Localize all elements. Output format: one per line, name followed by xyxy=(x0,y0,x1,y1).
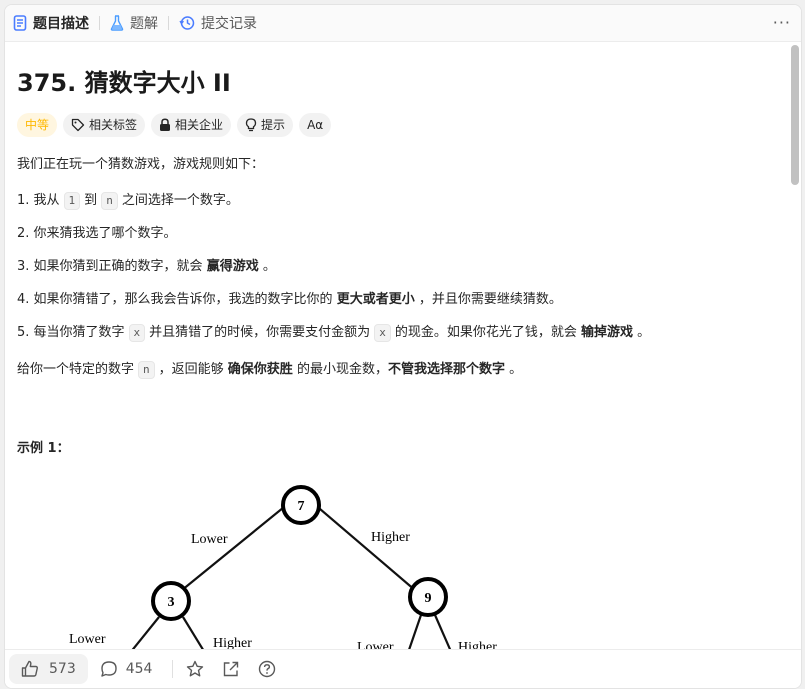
flask-icon xyxy=(110,15,124,31)
tree-label-higher: Higher xyxy=(371,530,410,545)
tab-solution[interactable]: 题解 xyxy=(102,5,166,41)
task-text-a: 给你一个特定的数字 xyxy=(17,362,135,377)
rule-5-text-a: 5. 每当你猜了数字 xyxy=(17,325,125,340)
tab-divider xyxy=(99,16,100,30)
inline-code: 1 xyxy=(63,192,81,210)
task-bold-1: 确保你获胜 xyxy=(227,362,293,377)
history-icon xyxy=(179,16,195,30)
tab-description-label: 题目描述 xyxy=(33,16,89,32)
help-icon xyxy=(259,660,276,678)
inline-code: n xyxy=(138,361,155,379)
thumbs-up-icon xyxy=(21,660,38,677)
scrollbar-thumb[interactable] xyxy=(791,45,799,185)
rule-4-text-c: ，并且你需要继续猜数。 xyxy=(418,292,562,307)
like-button[interactable]: 573 xyxy=(9,654,88,684)
lock-icon xyxy=(160,118,171,131)
intro-text: 我们正在玩一个猜数游戏，游戏规则如下： xyxy=(17,157,265,172)
share-button[interactable] xyxy=(217,654,245,684)
tree-edge xyxy=(170,502,290,600)
help-button[interactable] xyxy=(253,654,281,684)
lightbulb-icon xyxy=(245,118,257,132)
tab-submissions-label: 提交记录 xyxy=(201,16,257,32)
comment-count: 454 xyxy=(125,661,153,677)
hint-label: 提示 xyxy=(261,118,286,132)
task-text-d: 。 xyxy=(509,362,523,377)
star-icon xyxy=(187,660,204,677)
tag-row: 中等 相关标签 相关企业 提示 Aα xyxy=(17,113,777,137)
more-options-button[interactable]: ··· xyxy=(773,13,791,32)
tree-node-root-label: 7 xyxy=(298,499,305,514)
scrollbar[interactable] xyxy=(791,45,799,645)
hint-button[interactable]: 提示 xyxy=(237,113,294,137)
tab-description[interactable]: 题目描述 xyxy=(5,5,97,41)
inline-code: x xyxy=(128,324,146,342)
rule-5-bold: 输掉游戏 xyxy=(580,325,633,340)
comment-icon xyxy=(101,661,117,677)
tree-edge xyxy=(312,502,424,598)
favorite-button[interactable] xyxy=(181,654,209,684)
rule-4: 4. 如果你猜错了，那么我会告诉你，我选的数字比你的 更大或者更小 ，并且你需要… xyxy=(17,290,562,310)
rule-1: 1. 我从 1 到 n 之间选择一个数字。 xyxy=(17,191,239,211)
task-text-b: ，返回能够 xyxy=(158,362,224,377)
task-text-c: 的最小现金数， xyxy=(296,362,388,377)
example-title: 示例 1： xyxy=(17,441,70,456)
problem-content: 375. 猜数字大小 II 中等 相关标签 相关企业 提示 Aα 我们正在玩一个… xyxy=(17,49,777,649)
rule-4-text-a: 4. 如果你猜错了，那么我会告诉你，我选的数字比你的 xyxy=(17,292,333,307)
rule-1-text-a: 1. 我从 xyxy=(17,193,60,208)
task-text: 给你一个特定的数字 n ，返回能够 确保你获胜 的最小现金数，不管我选择那个数字 。 xyxy=(17,360,522,380)
panel-tabs: 题目描述 题解 提交记录 ··· xyxy=(5,5,801,42)
tree-edge xyxy=(131,616,160,649)
rule-1-text-c: 之间选择一个数字。 xyxy=(121,193,239,208)
rule-3-bold: 赢得游戏 xyxy=(206,259,259,274)
description-icon xyxy=(13,15,27,31)
tree-edge xyxy=(408,614,423,649)
rule-3: 3. 如果你猜到正确的数字，就会 赢得游戏 。 xyxy=(17,257,276,277)
share-icon xyxy=(224,661,239,677)
tab-solution-label: 题解 xyxy=(130,16,158,32)
bottom-action-bar: 573 454 xyxy=(5,649,801,688)
companies-tag-button[interactable]: 相关企业 xyxy=(151,113,232,137)
rule-2: 2. 你来猜我选了哪个数字。 xyxy=(17,226,177,241)
decision-tree-image: 7 3 9 Lower Higher Lower Higher Lower Hi… xyxy=(69,485,497,649)
topics-tag-button[interactable]: 相关标签 xyxy=(63,113,146,137)
tab-divider xyxy=(168,16,169,30)
tree-label-lower: Lower xyxy=(191,532,228,547)
tree-label-higher: Higher xyxy=(458,640,497,649)
bottom-divider xyxy=(172,660,174,678)
tab-submissions[interactable]: 提交记录 xyxy=(171,5,265,41)
rule-3-text-a: 3. 如果你猜到正确的数字，就会 xyxy=(17,259,203,274)
rule-5-text-d: 。 xyxy=(637,325,651,340)
tree-node-left-label: 3 xyxy=(168,595,175,610)
comments-button[interactable]: 454 xyxy=(88,654,165,684)
tree-label-higher: Higher xyxy=(213,636,252,649)
tree-node-right-label: 9 xyxy=(425,591,432,606)
font-size-button[interactable]: Aα xyxy=(299,113,332,137)
difficulty-badge: 中等 xyxy=(17,113,58,137)
rule-5-text-b: 并且猜错了的时候，你需要支付金额为 xyxy=(149,325,371,340)
rule-5-text-c: 的现金。如果你花光了钱，就会 xyxy=(394,325,577,340)
inline-code: n xyxy=(101,192,118,210)
companies-tag-label: 相关企业 xyxy=(175,118,224,132)
problem-panel: 题目描述 题解 提交记录 ··· 375. 猜数字大小 II 中等 相关标签 相… xyxy=(4,4,802,689)
like-count: 573 xyxy=(49,661,76,677)
tag-icon xyxy=(71,118,85,132)
topics-tag-label: 相关标签 xyxy=(89,118,138,132)
tree-label-lower: Lower xyxy=(357,640,394,649)
task-bold-2: 不管我选择那个数字 xyxy=(387,362,505,377)
inline-code: x xyxy=(374,324,391,342)
rule-3-text-c: 。 xyxy=(262,259,276,274)
tree-label-lower: Lower xyxy=(69,632,106,647)
rule-5: 5. 每当你猜了数字 x 并且猜错了的时候，你需要支付金额为 x 的现金。如果你花光了钱… xyxy=(17,323,650,343)
font-size-icon: Aα xyxy=(307,118,324,132)
rule-1-text-b: 到 xyxy=(84,193,98,208)
problem-title: 375. 猜数字大小 II xyxy=(17,69,231,97)
rule-4-bold: 更大或者更小 xyxy=(336,292,415,307)
